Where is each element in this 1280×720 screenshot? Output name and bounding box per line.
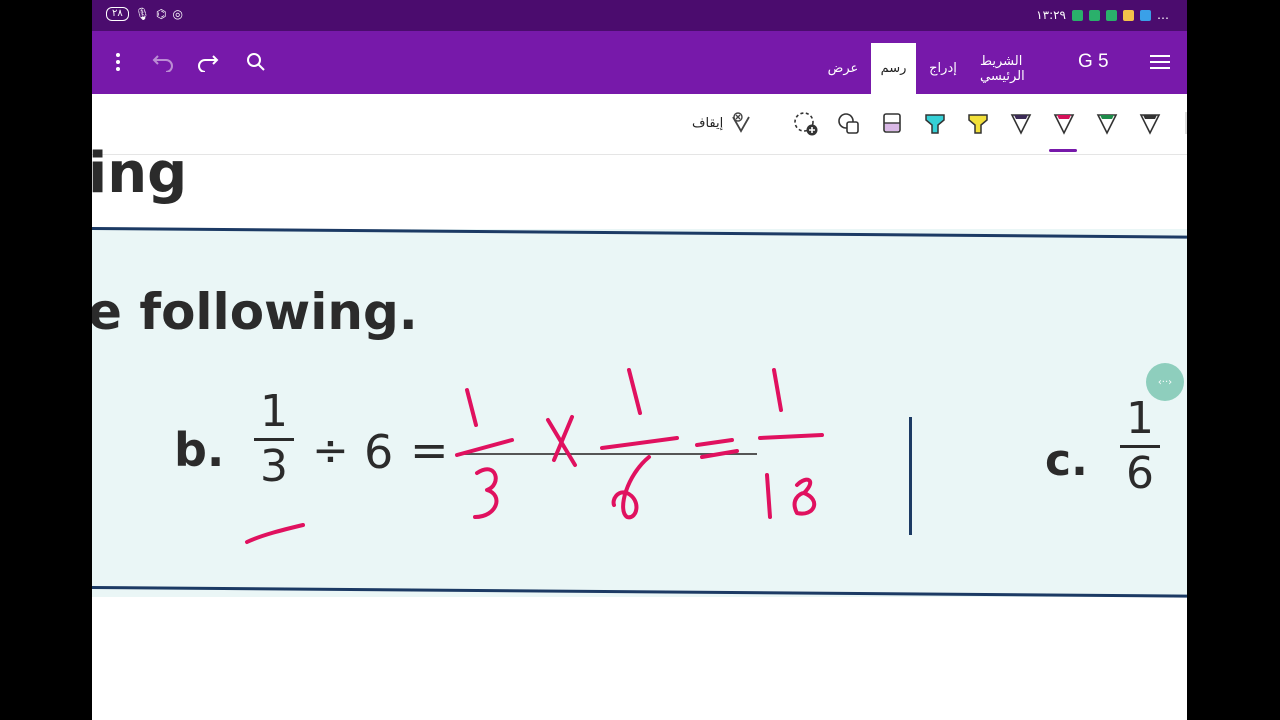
tab-insert-label: إدراج	[929, 61, 957, 76]
ink-stroke	[700, 449, 739, 459]
pen-icon	[1139, 114, 1161, 135]
status-right: ٢٨ 🎙 ⌬ ◎	[106, 7, 183, 21]
tablet-screen: ١٣:٢٩ … ٢٨ 🎙 ⌬ ◎ عرض رسم إدراج الشريط ال…	[92, 0, 1187, 720]
pen-tool-6[interactable]	[920, 109, 950, 139]
app-notification-icon	[1072, 9, 1083, 21]
tab-view-label: عرض	[827, 61, 859, 76]
shapes-icon[interactable]	[834, 109, 864, 139]
ink-layer	[245, 368, 824, 544]
pen-icon	[1010, 114, 1032, 135]
tab-draw-label: رسم	[880, 61, 907, 76]
selected-pen-indicator	[1049, 149, 1077, 152]
cast-icon: ⌬	[155, 7, 167, 21]
ink-stroke	[695, 438, 734, 447]
tab-home-label: الشريط الرئيسي	[980, 53, 1025, 84]
status-bar: ١٣:٢٩ … ٢٨ 🎙 ⌬ ◎	[92, 0, 1187, 31]
stop-drawing-button[interactable]: إيقاف	[692, 111, 753, 135]
redo-icon[interactable]	[195, 49, 221, 75]
search-icon[interactable]	[243, 49, 269, 75]
video-notification-icon	[1089, 9, 1100, 21]
ink-stroke	[455, 438, 514, 457]
page-canvas[interactable]: ing e following. b. 1 3 ÷ 6 = c. 1 6 ‹··…	[92, 141, 1187, 720]
ink-stroke	[758, 433, 824, 440]
undo-icon[interactable]	[150, 49, 176, 75]
telegram-notification-icon	[1140, 9, 1151, 21]
battery-icon: ٢٨	[106, 7, 129, 21]
pen-icon	[1096, 114, 1118, 135]
status-time: ١٣:٢٩	[1036, 8, 1066, 22]
pen-tool-7[interactable]	[877, 109, 907, 139]
pen-tool-2[interactable]	[1092, 109, 1122, 139]
tab-home[interactable]: الشريط الرئيسي	[970, 43, 1070, 94]
ink-stroke	[792, 477, 817, 516]
microphone-icon: 🎙	[134, 7, 150, 21]
draw-toolbar: إيقاف	[92, 94, 1187, 155]
more-notifications: …	[1157, 8, 1169, 22]
tab-draw[interactable]: رسم	[871, 43, 916, 94]
pen-tool-3[interactable]	[1049, 109, 1079, 139]
floating-handle-button[interactable]: ‹··›	[1146, 363, 1184, 401]
stop-label: إيقاف	[692, 115, 724, 131]
ribbon: عرض رسم إدراج الشريط الرئيسي G 5	[92, 31, 1187, 94]
notebook-title[interactable]: G 5	[1078, 51, 1109, 73]
toolbar-divider	[1185, 112, 1187, 134]
pen-tool-5[interactable]	[963, 109, 993, 139]
ink-stroke	[600, 436, 679, 450]
pen-tool-4[interactable]	[1006, 109, 1036, 139]
nfc-icon: ◎	[172, 7, 183, 21]
ink-stroke	[765, 473, 772, 519]
photos-notification-icon	[1123, 9, 1134, 21]
ink-stroke	[465, 388, 478, 427]
ink-stroke	[611, 455, 651, 520]
ink-stroke	[772, 368, 783, 412]
pen-icon	[968, 114, 988, 134]
pen-icon	[883, 113, 901, 133]
hamburger-menu-icon[interactable]	[1147, 49, 1173, 75]
battery-level: ٢٨	[112, 8, 123, 19]
stop-pen-icon	[732, 112, 751, 133]
pen-icon	[1053, 114, 1075, 135]
lasso-add-icon[interactable]	[791, 109, 821, 139]
pen-icon	[925, 114, 945, 134]
tab-insert[interactable]: إدراج	[918, 43, 968, 94]
ink-stroke	[245, 523, 305, 544]
meet-notification-icon	[1106, 9, 1117, 21]
ink-stroke	[627, 368, 642, 415]
status-left: ١٣:٢٩ …	[1036, 8, 1169, 22]
tab-view[interactable]: عرض	[817, 43, 869, 94]
ink-stroke	[473, 467, 499, 519]
more-options-icon[interactable]	[105, 49, 131, 75]
pen-tool-1[interactable]	[1135, 109, 1165, 139]
